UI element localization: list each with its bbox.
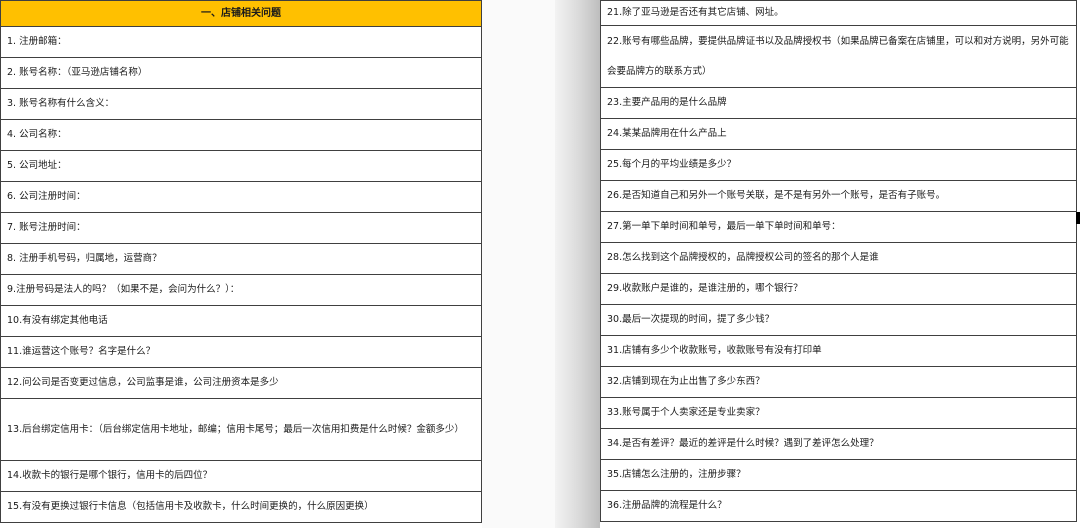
question-row: 26.是否知道自己和另外一个账号关联，是不是有另外一个账号，是否有子账号。 [600,180,1077,212]
question-row: 23.主要产品用的是什么品牌 [600,87,1077,119]
question-row: 36.注册品牌的流程是什么？ [600,490,1077,522]
question-row: 1. 注册邮箱： [0,26,482,58]
question-row: 4. 公司名称： [0,119,482,151]
store-questions-table: 一、店铺相关问题 1. 注册邮箱： 2. 账号名称：（亚马逊店铺名称） 3. 账… [0,0,482,523]
question-row: 32.店铺到现在为止出售了多少东西？ [600,366,1077,398]
page-gutter [482,0,555,528]
question-row: 27.第一单下单时间和单号，最后一单下单时间和单号： [600,211,1077,243]
text-cursor-mark [1076,212,1080,224]
question-row: 5. 公司地址： [0,150,482,182]
question-row: 10.有没有绑定其他电话 [0,305,482,337]
question-row: 29.收款账户是谁的，是谁注册的，哪个银行？ [600,273,1077,305]
question-row: 22.账号有哪些品牌，要提供品牌证书以及品牌授权书（如果品牌已备案在店铺里，可以… [600,25,1077,88]
question-row: 2. 账号名称：（亚马逊店铺名称） [0,57,482,89]
question-row: 35.店铺怎么注册的，注册步骤？ [600,459,1077,491]
section-header: 一、店铺相关问题 [0,0,482,27]
question-row: 8. 注册手机号码，归属地，运营商？ [0,243,482,275]
question-row: 11.谁运营这个账号？名字是什么？ [0,336,482,368]
question-row: 13.后台绑定信用卡：（后台绑定信用卡地址，邮编；信用卡尾号；最后一次信用扣费是… [0,398,482,461]
question-row: 15.有没有更换过银行卡信息（包括信用卡及收款卡，什么时间更换的，什么原因更换） [0,491,482,523]
question-row: 3. 账号名称有什么含义： [0,88,482,120]
question-row: 7. 账号注册时间： [0,212,482,244]
question-row: 31.店铺有多少个收款账号，收款账号有没有打印单 [600,335,1077,367]
question-row: 9.注册号码是法人的吗？（如果不是，会问为什么？）： [0,274,482,306]
page-gutter-shadow [555,0,600,528]
question-row: 33.账号属于个人卖家还是专业卖家？ [600,397,1077,429]
question-row: 34.是否有差评？最近的差评是什么时候？遇到了差评怎么处理？ [600,428,1077,460]
left-page: 一、店铺相关问题 1. 注册邮箱： 2. 账号名称：（亚马逊店铺名称） 3. 账… [0,0,482,528]
question-row: 24.某某品牌用在什么产品上 [600,118,1077,150]
question-row: 6. 公司注册时间： [0,181,482,213]
question-row: 28.怎么找到这个品牌授权的，品牌授权公司的签名的那个人是谁 [600,242,1077,274]
question-row: 30.最后一次提现的时间，提了多少钱？ [600,304,1077,336]
store-questions-table-continued: 21.除了亚马逊是否还有其它店铺、网址。 22.账号有哪些品牌，要提供品牌证书以… [600,0,1077,522]
question-row: 21.除了亚马逊是否还有其它店铺、网址。 [600,0,1077,26]
question-row: 25.每个月的平均业绩是多少？ [600,149,1077,181]
question-row: 12.问公司是否变更过信息，公司监事是谁，公司注册资本是多少 [0,367,482,399]
question-row: 14.收款卡的银行是哪个银行，信用卡的后四位？ [0,460,482,492]
right-page: 21.除了亚马逊是否还有其它店铺、网址。 22.账号有哪些品牌，要提供品牌证书以… [600,0,1080,528]
